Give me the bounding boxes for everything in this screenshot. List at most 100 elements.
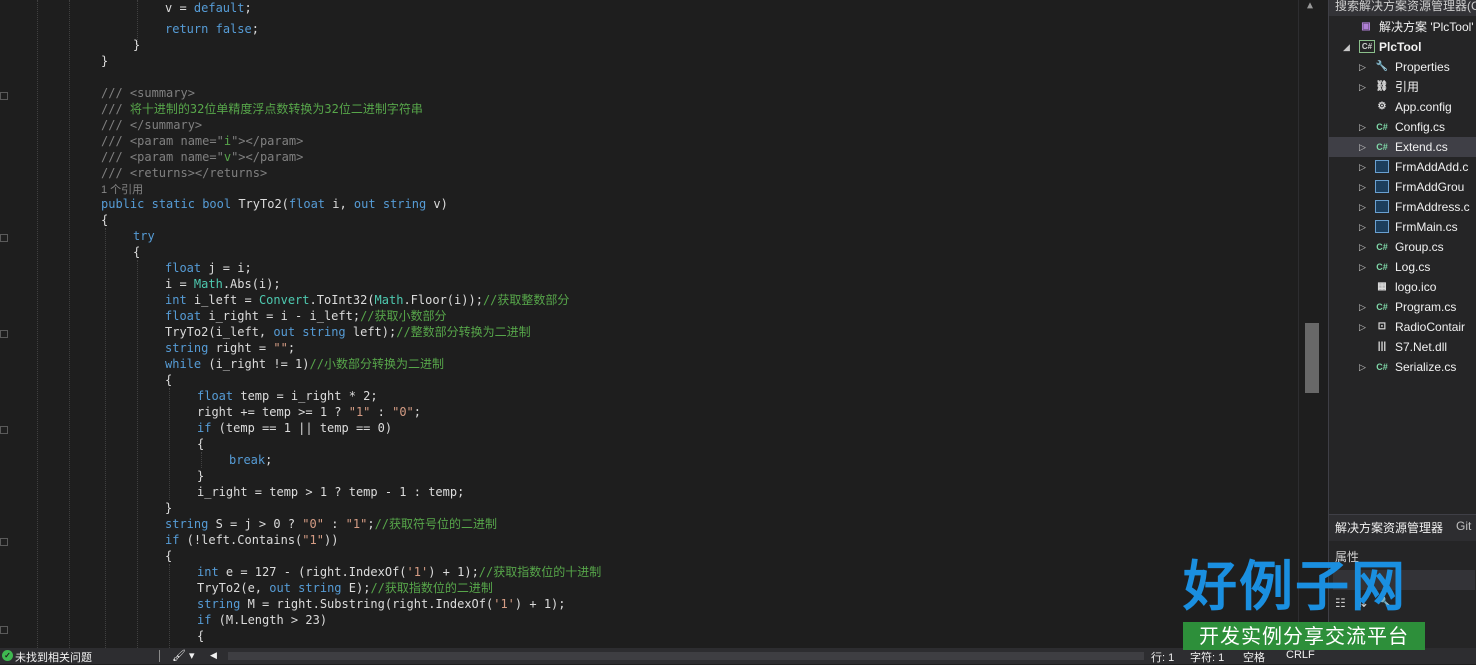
- watermark-subtitle: 开发实例分享交流平台: [1183, 622, 1425, 650]
- tree-program-cs[interactable]: ▷ C# Program.cs: [1329, 297, 1476, 317]
- config-file-icon: ⚙: [1377, 101, 1387, 112]
- csharp-file-icon: C#: [1376, 142, 1388, 152]
- code-line[interactable]: }: [101, 53, 108, 69]
- tab-git[interactable]: Git: [1456, 519, 1471, 533]
- code-line[interactable]: {: [197, 628, 204, 644]
- code-line[interactable]: string S = j > 0 ? "0" : "1";//获取符号位的二进制: [165, 516, 497, 532]
- solution-tabs: 解决方案资源管理器 Git: [1329, 514, 1476, 541]
- tree-frmaddadd[interactable]: ▷ FrmAddAdd.c: [1329, 157, 1476, 177]
- scrollbar-thumb[interactable]: [1305, 323, 1319, 393]
- code-line[interactable]: /// </summary>: [101, 117, 202, 133]
- code-line[interactable]: }: [197, 468, 204, 484]
- tree-item-label: Log.cs: [1395, 260, 1431, 274]
- check-icon: ✓: [2, 650, 13, 661]
- code-line[interactable]: 1 个引用: [101, 181, 143, 197]
- fold-marker[interactable]: [0, 538, 8, 546]
- code-line[interactable]: public static bool TryTo2(float i, out s…: [101, 196, 448, 212]
- scroll-up-icon[interactable]: ▲: [1307, 0, 1313, 11]
- code-line[interactable]: int i_left = Convert.ToInt32(Math.Floor(…: [165, 292, 569, 308]
- expand-arrow-icon[interactable]: ▷: [1359, 217, 1366, 237]
- code-line[interactable]: {: [101, 212, 108, 228]
- brush-icon[interactable]: 🖌 ▾: [172, 649, 195, 662]
- line-indicator[interactable]: 行: 1: [1151, 649, 1174, 665]
- expand-arrow-icon[interactable]: ▷: [1359, 137, 1366, 157]
- tab-solution-explorer[interactable]: 解决方案资源管理器: [1335, 519, 1443, 536]
- code-line[interactable]: try: [133, 228, 155, 244]
- code-line[interactable]: v = default;: [165, 0, 252, 16]
- tree-project[interactable]: ◢ C# PlcTool: [1329, 37, 1476, 57]
- expand-arrow-icon[interactable]: ▷: [1359, 117, 1366, 137]
- tree-config-cs[interactable]: ▷ C# Config.cs: [1329, 117, 1476, 137]
- code-line[interactable]: string right = "";: [165, 340, 295, 356]
- fold-marker[interactable]: [0, 234, 8, 242]
- tree-radiocontainer[interactable]: ▷ ⊡ RadioContair: [1329, 317, 1476, 337]
- code-line[interactable]: /// 将十进制的32位单精度浮点数转换为32位二进制字符串: [101, 101, 423, 117]
- editor-horizontal-scrollbar[interactable]: [228, 652, 1144, 660]
- code-editor[interactable]: v = default; return false;}} /// <summary>…: [0, 0, 1298, 648]
- code-line[interactable]: float temp = i_right * 2;: [197, 388, 378, 404]
- expand-arrow-icon[interactable]: ▷: [1359, 257, 1366, 277]
- code-line[interactable]: if (temp == 1 || temp == 0): [197, 420, 392, 436]
- code-line[interactable]: string M = right.Substring(right.IndexOf…: [197, 596, 566, 612]
- indent-guide: [169, 388, 170, 500]
- editor-gutter[interactable]: [0, 0, 10, 648]
- code-line[interactable]: i_right = temp > 1 ? temp - 1 : temp;: [197, 484, 464, 500]
- expand-arrow-icon[interactable]: ▷: [1359, 157, 1366, 177]
- tree-frmmain[interactable]: ▷ FrmMain.cs: [1329, 217, 1476, 237]
- fold-marker[interactable]: [0, 626, 8, 634]
- expand-arrow-icon[interactable]: ▷: [1359, 357, 1366, 377]
- solution-search-input[interactable]: 搜索解决方案资源管理器(C: [1329, 0, 1476, 16]
- tree-serialize-cs[interactable]: ▷ C# Serialize.cs: [1329, 357, 1476, 377]
- tree-s7net-dll[interactable]: ||| S7.Net.dll: [1329, 337, 1476, 357]
- code-line[interactable]: if (M.Length > 23): [197, 612, 327, 628]
- expand-arrow-icon[interactable]: ▷: [1359, 77, 1366, 97]
- code-line[interactable]: }: [133, 37, 140, 53]
- fold-marker[interactable]: [0, 330, 8, 338]
- tree-log-cs[interactable]: ▷ C# Log.cs: [1329, 257, 1476, 277]
- scroll-left-icon[interactable]: ◀: [210, 650, 217, 661]
- code-line[interactable]: return false;: [165, 21, 259, 37]
- tree-solution[interactable]: ▣ 解决方案 'PlcTool' (1: [1329, 17, 1476, 37]
- problems-status[interactable]: 未找到相关问题: [15, 649, 92, 665]
- code-line[interactable]: {: [197, 436, 204, 452]
- editor-vertical-scrollbar[interactable]: ▲: [1298, 0, 1329, 648]
- tree-extend-cs[interactable]: ▷ C# Extend.cs: [1329, 137, 1476, 157]
- code-line[interactable]: /// <summary>: [101, 85, 195, 101]
- code-line[interactable]: float i_right = i - i_left;//获取小数部分: [165, 308, 447, 324]
- fold-marker[interactable]: [0, 426, 8, 434]
- code-line[interactable]: while (i_right != 1)//小数部分转换为二进制: [165, 356, 444, 372]
- code-line[interactable]: }: [165, 500, 172, 516]
- code-line[interactable]: /// <returns></returns>: [101, 165, 267, 181]
- fold-marker[interactable]: [0, 92, 8, 100]
- expand-arrow-icon[interactable]: ▷: [1359, 317, 1366, 337]
- tree-logo-ico[interactable]: ▦ logo.ico: [1329, 277, 1476, 297]
- tree-properties[interactable]: ▷ 🔧 Properties: [1329, 57, 1476, 77]
- code-line[interactable]: if (!left.Contains("1")): [165, 532, 338, 548]
- form-icon: [1375, 180, 1389, 193]
- tree-app-config[interactable]: ⚙ App.config: [1329, 97, 1476, 117]
- code-line[interactable]: TryTo2(e, out string E);//获取指数位的二进制: [197, 580, 493, 596]
- expand-arrow-icon[interactable]: ▷: [1359, 177, 1366, 197]
- code-line[interactable]: i = Math.Abs(i);: [165, 276, 281, 292]
- tree-references[interactable]: ▷ ⛓ 引用: [1329, 77, 1476, 97]
- code-line[interactable]: float j = i;: [165, 260, 252, 276]
- code-line[interactable]: {: [133, 244, 140, 260]
- tree-item-label: Serialize.cs: [1395, 360, 1457, 374]
- code-line[interactable]: break;: [229, 452, 272, 468]
- tree-frmaddgroup[interactable]: ▷ FrmAddGrou: [1329, 177, 1476, 197]
- code-line[interactable]: TryTo2(i_left, out string left);//整数部分转换…: [165, 324, 531, 340]
- tree-frmaddress[interactable]: ▷ FrmAddress.c: [1329, 197, 1476, 217]
- expand-arrow-icon[interactable]: ▷: [1359, 237, 1366, 257]
- code-line[interactable]: {: [165, 548, 172, 564]
- tree-group-cs[interactable]: ▷ C# Group.cs: [1329, 237, 1476, 257]
- expanded-arrow-icon[interactable]: ◢: [1343, 37, 1350, 57]
- code-line[interactable]: int e = 127 - (right.IndexOf('1') + 1);/…: [197, 564, 601, 580]
- indent-guide: [105, 228, 106, 648]
- expand-arrow-icon[interactable]: ▷: [1359, 57, 1366, 77]
- expand-arrow-icon[interactable]: ▷: [1359, 197, 1366, 217]
- code-line[interactable]: /// <param name="i"></param>: [101, 133, 303, 149]
- code-line[interactable]: {: [165, 372, 172, 388]
- code-line[interactable]: /// <param name="v"></param>: [101, 149, 303, 165]
- expand-arrow-icon[interactable]: ▷: [1359, 297, 1366, 317]
- code-line[interactable]: right += temp >= 1 ? "1" : "0";: [197, 404, 421, 420]
